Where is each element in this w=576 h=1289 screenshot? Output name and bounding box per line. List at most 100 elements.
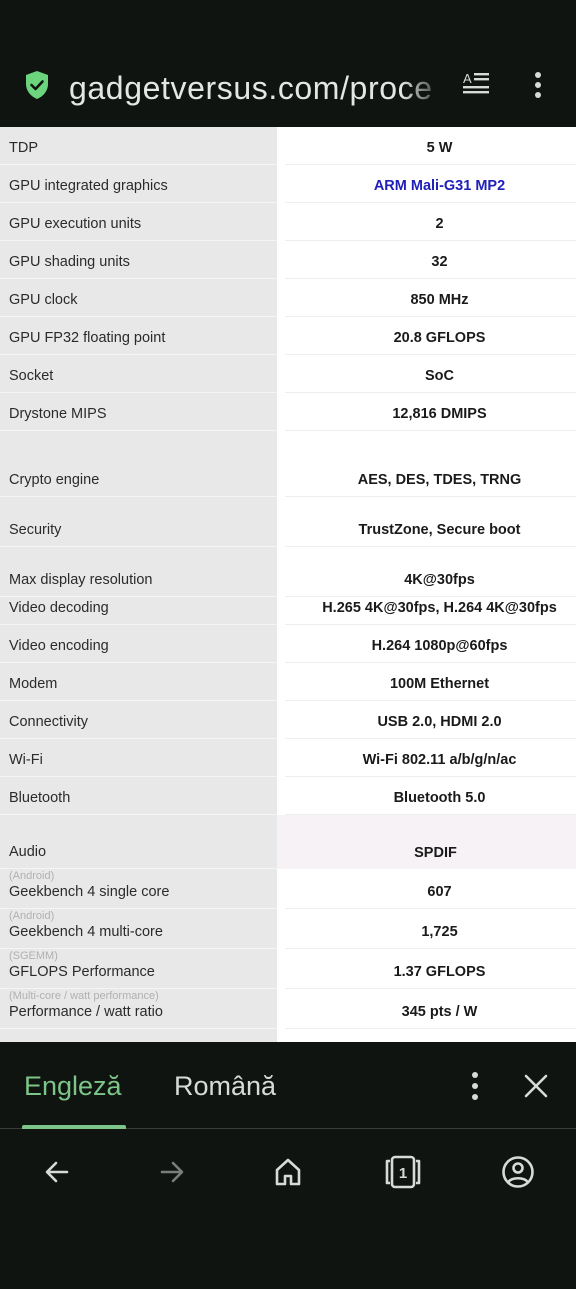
spec-label-cell: Security (0, 497, 277, 547)
spec-value-cell: TrustZone, Secure boot (285, 497, 576, 547)
spec-value-cell: 1,725 (285, 909, 576, 949)
home-icon (275, 1158, 301, 1186)
spec-sublabel: (SGEMM) (9, 950, 58, 962)
spec-label-cell: GPU execution units (0, 203, 277, 241)
spec-label: Video encoding (9, 638, 109, 654)
spec-row: GPU execution units 2 (0, 203, 576, 241)
spec-value-cell: AES, DES, TDES, TRNG (285, 431, 576, 497)
back-button[interactable] (37, 1152, 77, 1192)
arrow-back-icon (45, 1161, 69, 1183)
spec-row: Socket SoC (0, 355, 576, 393)
shield-check-icon[interactable] (24, 70, 50, 100)
more-vert-icon[interactable] (528, 70, 548, 100)
spec-value-cell: 32 (285, 241, 576, 279)
spec-value-link[interactable]: ARM Mali-G31 MP2 (285, 178, 576, 194)
spec-value: 32 (431, 254, 448, 270)
bottom-nav-bar: 1 (0, 1130, 576, 1215)
spec-label-cell: Video encoding (0, 625, 277, 663)
forward-button[interactable] (152, 1152, 192, 1192)
spec-label: Security (9, 522, 62, 538)
spec-label-cell: Modem (0, 663, 277, 701)
spec-label-cell: (Android) Geekbench 4 multi-core (0, 909, 277, 949)
spec-row: Crypto engine AES, DES, TDES, TRNG (0, 431, 576, 497)
spec-value: 5 W (426, 140, 453, 156)
spec-value-cell: SoC (285, 355, 576, 393)
tabs-icon: 1 (385, 1155, 421, 1189)
spec-label-cell: GPU clock (0, 279, 277, 317)
close-icon[interactable] (522, 1072, 550, 1100)
spec-row: Security TrustZone, Secure boot (0, 497, 576, 547)
spec-sublabel: (Multi-core / watt performance) (9, 990, 159, 1002)
spec-value: 850 MHz (410, 292, 469, 308)
spec-label-cell: TDP (0, 127, 277, 165)
spec-value-cell: 12,816 DMIPS (285, 393, 576, 431)
tab-romanian[interactable]: Română (174, 1066, 276, 1106)
spec-label: Connectivity (9, 714, 88, 730)
spec-label-cell: Crypto engine (0, 431, 277, 497)
spec-table: TDP 5 W GPU integrated graphics ARM Mali-G3… (0, 127, 576, 1042)
spec-row: Drystone MIPS 12,816 DMIPS (0, 393, 576, 431)
spec-value: AES, DES, TDES, TRNG (357, 472, 522, 488)
spec-value: 2 (435, 216, 444, 232)
spec-row: (Android) Geekbench 4 multi-core 1,725 (0, 909, 576, 949)
spec-label-cell: GPU integrated graphics (0, 165, 277, 203)
spec-value-cell: 2 (285, 203, 576, 241)
spec-row: GPU clock 850 MHz (0, 279, 576, 317)
spec-row: (Android) Geekbench 4 single core 607 (0, 869, 576, 909)
spec-row: Wi-Fi Wi-Fi 802.11 a/b/g/n/ac (0, 739, 576, 777)
spec-row: GPU FP32 floating point 20.8 GFLOPS (0, 317, 576, 355)
home-button[interactable] (268, 1152, 308, 1192)
reader-mode-icon[interactable]: A (462, 70, 492, 100)
account-button[interactable] (498, 1152, 538, 1192)
tabs-button[interactable]: 1 (383, 1152, 423, 1192)
spec-label-cell: (Multi-core / watt performance) Performan… (0, 989, 277, 1029)
spec-value: 100M Ethernet (389, 676, 490, 692)
spec-row: Video decoding H.265 4K@30fps, H.264 4K@3… (0, 587, 576, 625)
spec-value: H.265 4K@30fps, H.264 4K@30fps (322, 600, 557, 616)
spec-label: Socket (9, 368, 54, 384)
spec-value-cell: H.265 4K@30fps, H.264 4K@30fps (285, 587, 576, 625)
spec-label: GPU integrated graphics (9, 178, 168, 194)
translate-bar: Engleză Română (0, 1042, 576, 1129)
spec-row: GPU shading units 32 (0, 241, 576, 279)
arrow-forward-icon (160, 1161, 184, 1183)
spec-value-cell: 345 pts / W (285, 989, 576, 1029)
spec-label: GPU FP32 floating point (9, 330, 166, 346)
tab-english[interactable]: Engleză (24, 1066, 122, 1106)
spec-row: Bluetooth Bluetooth 5.0 (0, 777, 576, 815)
spec-value-cell: 607 (285, 869, 576, 909)
spec-label-cell: Audio (0, 815, 277, 869)
spec-row: Modem 100M Ethernet (0, 663, 576, 701)
spec-value: USB 2.0, HDMI 2.0 (377, 714, 502, 730)
spec-label: Performance / watt ratio (9, 1004, 163, 1020)
spec-value: 1,725 (421, 924, 458, 940)
spec-row: Video encoding H.264 1080p@60fps (0, 625, 576, 663)
spec-label-cell: GPU shading units (0, 241, 277, 279)
spec-label-cell: (Android) Geekbench 4 single core (0, 869, 277, 909)
spec-label: Modem (9, 676, 58, 692)
spec-label: GFLOPS Performance (9, 964, 155, 980)
spec-value: Bluetooth 5.0 (393, 790, 486, 806)
tab-count: 1 (399, 1165, 407, 1182)
spec-row: GPU integrated graphics ARM Mali-G31 MP2 (0, 165, 576, 203)
url-bar: gadgetversus.com/proce A (0, 50, 576, 127)
spec-value: 20.8 GFLOPS (393, 330, 486, 346)
spec-sublabel: (Android) (9, 910, 55, 922)
spec-label-cell: Drystone MIPS (0, 393, 277, 431)
spec-label: Video decoding (9, 600, 109, 616)
spec-value-cell: 850 MHz (285, 279, 576, 317)
spec-value: 4K@30fps (404, 572, 475, 588)
selected-tab-indicator (22, 1125, 126, 1129)
spec-label: Drystone MIPS (9, 406, 107, 422)
url-field[interactable]: gadgetversus.com/proce (69, 68, 447, 108)
spec-value: 607 (427, 884, 452, 900)
spec-sublabel: (Android) (9, 870, 55, 882)
more-vert-icon[interactable] (465, 1070, 485, 1102)
spec-label-cell: GPU FP32 floating point (0, 317, 277, 355)
status-bar (0, 0, 576, 50)
spec-label-cell: Socket (0, 355, 277, 393)
spec-label-cell: Bluetooth (0, 777, 277, 815)
spec-label: Max display resolution (9, 572, 153, 588)
spec-label-cell: Video decoding (0, 587, 277, 625)
spec-label: GPU shading units (9, 254, 130, 270)
